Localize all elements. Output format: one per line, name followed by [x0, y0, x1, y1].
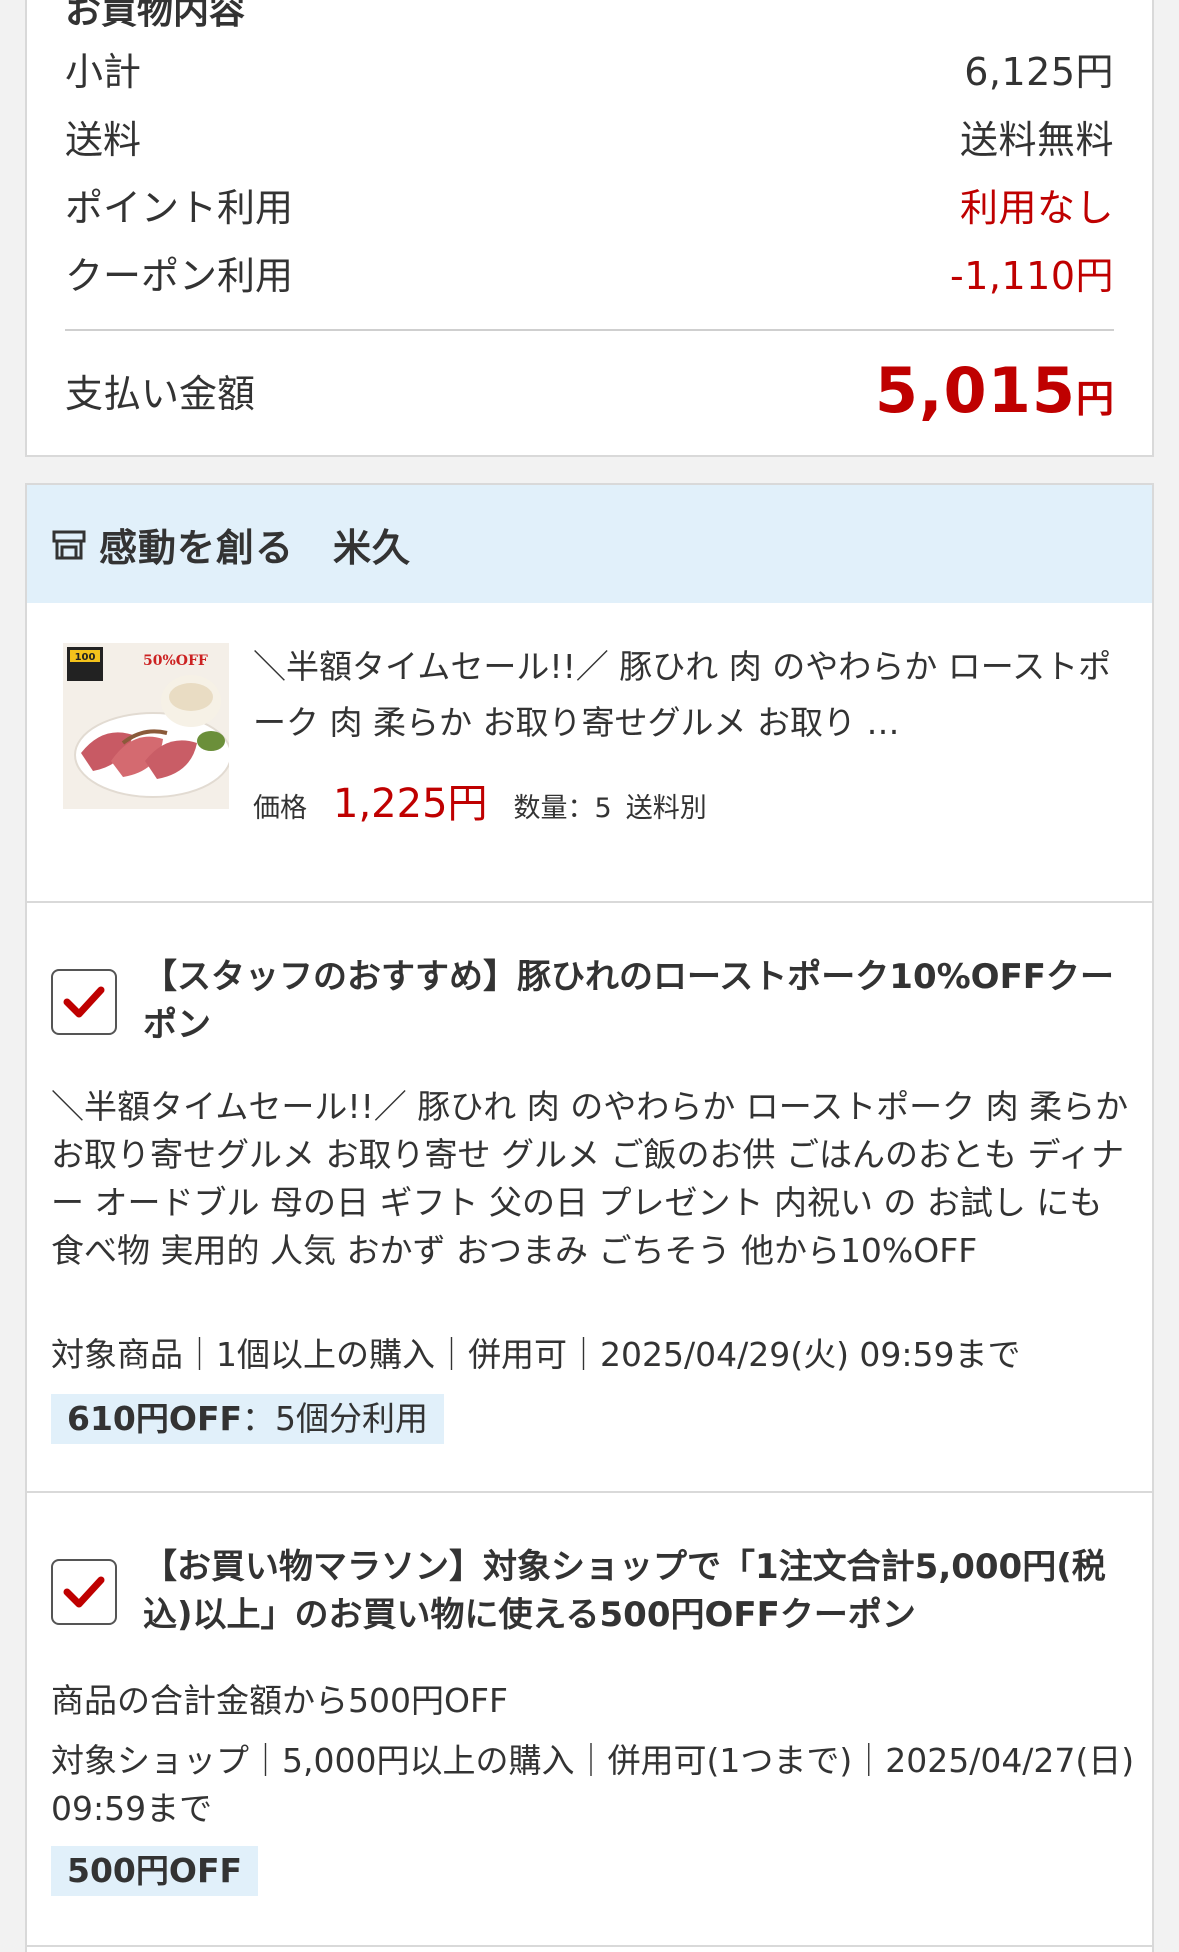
- shipping-row: 送料 送料無料: [65, 106, 1114, 166]
- coupon-description: ＼半額タイムセール!!／ 豚ひれ 肉 のやわらか ローストポーク 肉 柔らか お…: [51, 1087, 1129, 1270]
- item-shipping: 送料別: [625, 793, 707, 824]
- item-price: 1,225円: [333, 781, 488, 827]
- quantity-label: 数量：5: [513, 793, 612, 824]
- coupon-usage-value: -1,110円: [950, 253, 1114, 298]
- item-title[interactable]: ＼半額タイムセール!!／ 豚ひれ 肉 のやわらか ローストポーク 肉 柔らか お…: [253, 639, 1113, 751]
- total-label: 支払い金額: [65, 372, 256, 416]
- coupon-conditions: 対象ショップ｜5,000円以上の購入｜併用可(1つまで)｜2025/04/27(…: [51, 1741, 1135, 1828]
- thumb-badge-top: 100: [75, 652, 96, 663]
- coupon-discount-badge: 500円OFF: [51, 1846, 259, 1896]
- coupon-discount: 610円OFF: [67, 1399, 243, 1438]
- shipping-value: 送料無料: [959, 117, 1114, 162]
- subtotal-label: 小計: [65, 49, 142, 94]
- coupon-item: 【お買い物マラソン】対象ショップで「1注文合計5,000円(税込)以上」のお買い…: [27, 1493, 1152, 1947]
- subtotal-value: 6,125円: [964, 49, 1114, 94]
- subtotal-row: 小計 6,125円: [65, 38, 1114, 98]
- coupon-checkbox[interactable]: [51, 1559, 117, 1625]
- point-usage-value: 利用なし: [959, 185, 1114, 230]
- total-row: 支払い金額 5,015円: [65, 348, 1114, 433]
- checkmark-icon: [63, 986, 105, 1018]
- shipping-label: 送料: [65, 117, 142, 162]
- cart-item[interactable]: 100 50%OFF ＼半額タイムセール!!／ 豚ひれ 肉 のやわらか ロースト…: [27, 603, 1152, 903]
- coupon-title: 【スタッフのおすすめ】豚ひれのローストポーク10%OFFクーポン: [143, 957, 1115, 1045]
- coupon-discount-badge: 610円OFF：5個分利用: [51, 1394, 445, 1444]
- coupon-conditions: 対象商品｜1個以上の購入｜併用可｜2025/04/29(火) 09:59まで: [51, 1335, 1021, 1374]
- coupon-checkbox[interactable]: [51, 969, 117, 1035]
- thumb-badge-off: 50%OFF: [143, 653, 208, 669]
- order-summary-card: お買物内容 小計 6,125円 送料 送料無料 ポイント利用 利用なし クーポン…: [25, 0, 1154, 457]
- total-number: 5,015: [874, 354, 1076, 427]
- price-label: 価格: [253, 793, 307, 824]
- total-unit: 円: [1075, 377, 1114, 421]
- summary-heading: お買物内容: [65, 0, 246, 32]
- summary-divider: [65, 329, 1114, 331]
- shop-card: 感動を創る 米久 100 50%OFF ＼半額タイムセール!!／ 豚ひれ 肉 の…: [25, 483, 1154, 1952]
- product-thumbnail[interactable]: 100 50%OFF: [63, 643, 229, 809]
- shop-name: 感動を創る 米久: [99, 525, 412, 570]
- shop-icon: [51, 525, 89, 563]
- coupon-description: 商品の合計金額から500円OFF: [51, 1681, 508, 1720]
- item-meta: 価格 1,225円 数量：5 送料別: [253, 771, 707, 829]
- coupon-usage-row: クーポン利用 -1,110円: [65, 242, 1114, 302]
- point-usage-row: ポイント利用 利用なし: [65, 174, 1114, 234]
- shop-header[interactable]: 感動を創る 米久: [27, 485, 1152, 603]
- coupon-item: 【スタッフのおすすめ】豚ひれのローストポーク10%OFFクーポン ＼半額タイムセ…: [27, 903, 1152, 1493]
- total-amount: 5,015円: [875, 354, 1114, 427]
- coupon-usage-note: ：5個分利用: [242, 1399, 429, 1438]
- point-usage-label: ポイント利用: [65, 185, 294, 230]
- coupon-discount: 500円OFF: [67, 1851, 243, 1890]
- coupon-usage-label: クーポン利用: [65, 253, 294, 298]
- checkmark-icon: [63, 1576, 105, 1608]
- coupon-title: 【お買い物マラソン】対象ショップで「1注文合計5,000円(税込)以上」のお買い…: [143, 1547, 1106, 1635]
